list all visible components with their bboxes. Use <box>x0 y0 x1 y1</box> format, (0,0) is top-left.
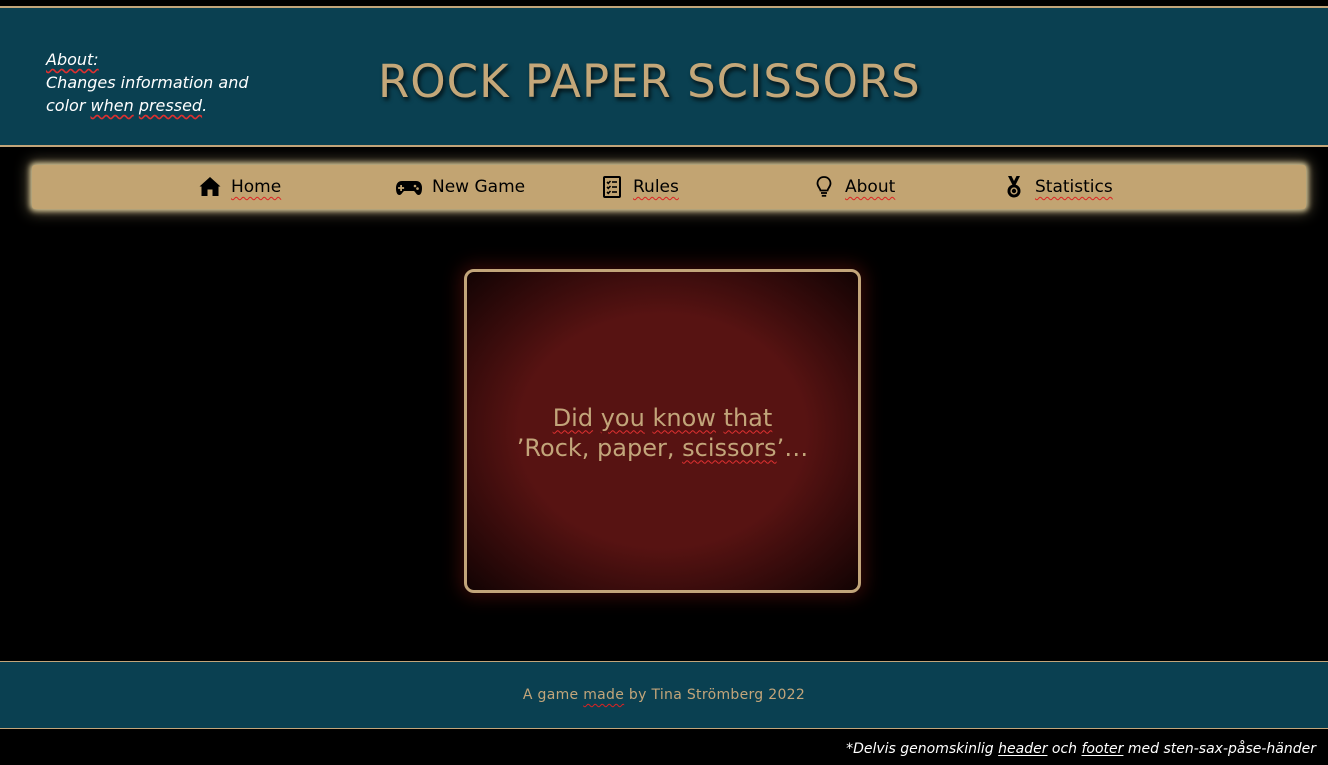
nav-item-label: New Game <box>432 177 526 197</box>
design-note-part: och <box>1051 741 1078 757</box>
nav-item-new-game[interactable]: New Game <box>395 174 525 200</box>
about-hint-word-color: color <box>46 96 86 115</box>
fact-word: know <box>652 403 716 432</box>
page-title: ROCK PAPER SCISSORS <box>378 55 921 108</box>
fact-text: Did you know that ’Rock, paper, scissors… <box>517 403 808 463</box>
site-header: About: Changes information and color whe… <box>0 6 1328 147</box>
footer-credit: A game made by Tina Strömberg 2022 <box>523 687 805 703</box>
nav-item-rules[interactable]: Rules <box>600 174 679 200</box>
about-hint-word-when: when <box>90 96 134 115</box>
footer-text-end: by Tina Strömberg 2022 <box>628 687 806 703</box>
gamepad-icon <box>395 175 423 199</box>
fact-card[interactable]: Did you know that ’Rock, paper, scissors… <box>464 269 861 593</box>
nav-item-label: About <box>845 177 896 197</box>
about-hint-word-pressed: pressed <box>138 96 203 115</box>
fact-line2-start: ’Rock, paper, <box>516 433 675 462</box>
design-note-header: header <box>998 741 1048 757</box>
nav-item-label: Home <box>231 177 282 197</box>
page: About: Changes information and color whe… <box>0 0 1328 765</box>
nav-item-statistics[interactable]: Statistics <box>1002 174 1113 200</box>
checklist-icon <box>600 175 624 199</box>
fact-word: scissors <box>682 433 777 462</box>
home-icon <box>198 175 222 199</box>
fact-line2-end: ’… <box>776 433 809 462</box>
fact-word: that <box>723 403 773 432</box>
fact-word: you <box>600 403 645 432</box>
footer-text-start: A game <box>522 687 579 703</box>
about-hint: About: Changes information and color whe… <box>46 48 276 117</box>
fact-word: Did <box>552 403 594 432</box>
site-footer: A game made by Tina Strömberg 2022 <box>0 661 1328 729</box>
about-hint-period: . <box>202 96 208 115</box>
main-nav: Home New Game Rules About Statistics <box>32 165 1306 209</box>
nav-item-label: Rules <box>633 177 679 197</box>
about-hint-label: About: <box>46 50 99 69</box>
nav-item-home[interactable]: Home <box>198 174 281 200</box>
nav-item-label: Statistics <box>1035 177 1113 197</box>
design-note: *Delvis genomskinlig header och footer m… <box>846 741 1316 757</box>
about-hint-line1: Changes information and <box>46 73 249 92</box>
design-note-part: *Delvis genomskinlig <box>846 741 994 757</box>
footer-text-made: made <box>583 687 625 703</box>
design-note-part: med sten-sax-påse-händer <box>1127 741 1316 757</box>
medal-icon <box>1002 175 1026 199</box>
nav-item-about[interactable]: About <box>812 174 895 200</box>
design-note-footer: footer <box>1081 741 1124 757</box>
lightbulb-icon <box>812 175 836 199</box>
